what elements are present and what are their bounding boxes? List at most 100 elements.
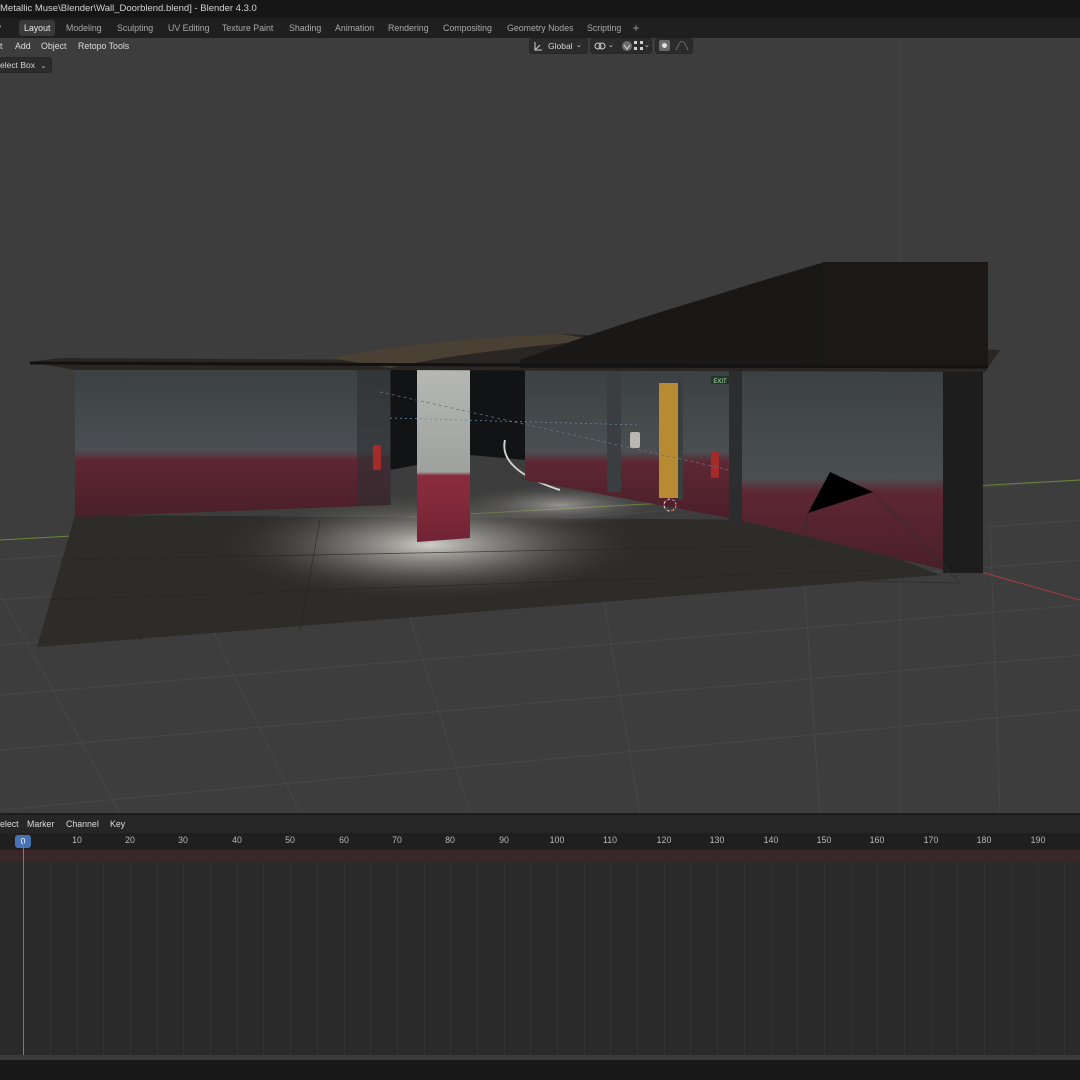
frame-gridline xyxy=(877,862,878,1055)
frame-gridline xyxy=(584,862,585,1055)
frame-gridline xyxy=(263,862,264,1055)
frame-gridline xyxy=(317,862,318,1055)
timeline-scrollbar[interactable] xyxy=(0,1055,1080,1060)
frame-gridline xyxy=(1064,862,1065,1055)
frame-gridline xyxy=(103,862,104,1055)
frame-range-strip xyxy=(0,850,1080,862)
frame-gridline xyxy=(824,862,825,1055)
chevron-down-icon: ⌄ xyxy=(644,42,650,49)
frame-gridline xyxy=(610,862,611,1055)
frame-gridline xyxy=(183,862,184,1055)
tab-geometry-nodes[interactable]: Geometry Nodes xyxy=(502,20,579,36)
chevron-down-icon: ⌄ xyxy=(40,63,47,70)
tab-rendering[interactable]: Rendering xyxy=(383,20,434,36)
magnet-icon[interactable] xyxy=(621,40,633,52)
frame-tick: 100 xyxy=(549,835,565,845)
proportional-editing[interactable] xyxy=(655,38,693,54)
transform-orientation-label: Global xyxy=(548,41,573,51)
fire-extinguisher-right xyxy=(711,452,719,478)
frame-tick: 10 xyxy=(72,835,82,845)
left-wall xyxy=(75,368,390,517)
frame-gridline xyxy=(504,862,505,1055)
menu-add[interactable]: Add xyxy=(15,38,31,54)
frame-tick: 80 xyxy=(445,835,455,845)
3d-viewport[interactable]: EXIT t Add Object Retopo Tools Global ⌄ xyxy=(0,38,1080,813)
frame-gridline xyxy=(664,862,665,1055)
frame-tick: 60 xyxy=(339,835,349,845)
chevron-down-icon: ⌄ xyxy=(608,42,614,49)
timeline-menu-channel[interactable]: Channel xyxy=(66,816,99,832)
menu-object[interactable]: Object xyxy=(41,38,66,54)
timeline-header: elect Marker Channel Key xyxy=(0,815,1080,833)
frame-gridline xyxy=(851,862,852,1055)
frame-tick: 40 xyxy=(232,835,242,845)
falloff-curve-icon[interactable] xyxy=(675,41,689,51)
snap-controls[interactable]: ⌄ xyxy=(618,38,652,54)
blender-logo-icon[interactable]: ● xyxy=(0,21,4,33)
proportional-edit-icon[interactable] xyxy=(659,40,670,51)
menu-retopo-tools[interactable]: Retopo Tools xyxy=(78,38,129,54)
select-box-label: elect Box xyxy=(0,60,35,70)
frame-gridline xyxy=(130,862,131,1055)
frame-ruler[interactable]: 0 10 20 30 40 50 60 70 80 90 100 110 120… xyxy=(0,833,1080,850)
frame-gridline xyxy=(344,862,345,1055)
frame-gridline xyxy=(237,862,238,1055)
workspace-bar: ● Layout Modeling Sculpting UV Editing T… xyxy=(0,18,1080,38)
frame-tick: 110 xyxy=(602,835,618,845)
frame-tick: 50 xyxy=(285,835,295,845)
title-bar: Metallic Muse\Blender\Wall_Doorblend.ble… xyxy=(0,0,1080,18)
frame-tick: 120 xyxy=(656,835,672,845)
pivot-point-dropdown[interactable]: ⌄ xyxy=(590,38,620,54)
frame-tick: 30 xyxy=(178,835,188,845)
window-title: Metallic Muse\Blender\Wall_Doorblend.ble… xyxy=(0,3,257,14)
add-workspace-icon[interactable]: + xyxy=(630,20,642,36)
menu-select[interactable]: t xyxy=(0,38,2,54)
frame-gridline xyxy=(984,862,985,1055)
frame-gridline xyxy=(50,862,51,1055)
timeline-menu-marker[interactable]: Marker xyxy=(27,816,54,832)
frame-gridline xyxy=(1038,862,1039,1055)
timeline-menu-key[interactable]: Key xyxy=(110,816,125,832)
status-bar xyxy=(0,1055,1080,1080)
frame-gridline xyxy=(477,862,478,1055)
frame-gridline xyxy=(530,862,531,1055)
timeline-menu-select[interactable]: elect xyxy=(0,816,19,832)
frame-tick: 90 xyxy=(499,835,509,845)
frame-gridline xyxy=(1011,862,1012,1055)
svg-text:EXIT: EXIT xyxy=(713,379,727,385)
grid-snap-icon[interactable] xyxy=(634,41,644,51)
frame-gridline xyxy=(744,862,745,1055)
tab-shading[interactable]: Shading xyxy=(284,20,326,36)
tab-animation[interactable]: Animation xyxy=(330,20,379,36)
tab-texture-paint[interactable]: Texture Paint xyxy=(217,20,278,36)
transform-orientation-icon xyxy=(534,42,542,51)
frame-gridline xyxy=(957,862,958,1055)
transform-orientation-dropdown[interactable]: Global ⌄ xyxy=(529,38,588,54)
frame-gridline xyxy=(210,862,211,1055)
frame-tick: 70 xyxy=(392,835,402,845)
frame-tick: 20 xyxy=(125,835,135,845)
frame-gridline xyxy=(157,862,158,1055)
frame-gridline xyxy=(717,862,718,1055)
timeline-area[interactable] xyxy=(0,850,1080,1055)
frame-tick: 170 xyxy=(923,835,939,845)
frame-tick: 160 xyxy=(869,835,885,845)
frame-gridline xyxy=(424,862,425,1055)
frame-gridline xyxy=(690,862,691,1055)
tab-layout[interactable]: Layout xyxy=(19,20,56,36)
playhead-line[interactable] xyxy=(23,843,24,1055)
pillar xyxy=(417,367,470,542)
tab-modeling[interactable]: Modeling xyxy=(61,20,107,36)
select-box-dropdown[interactable]: elect Box ⌄ xyxy=(0,57,53,73)
viewport-header: t Add Object Retopo Tools Global ⌄ ⌄ ⌄ xyxy=(0,38,1080,54)
tab-compositing[interactable]: Compositing xyxy=(438,20,497,36)
tab-sculpting[interactable]: Sculpting xyxy=(112,20,158,36)
scene-render[interactable]: EXIT xyxy=(0,38,1080,813)
chevron-down-icon: ⌄ xyxy=(576,42,582,49)
tab-scripting[interactable]: Scripting xyxy=(582,20,626,36)
frame-tick: 150 xyxy=(816,835,832,845)
frame-gridline xyxy=(904,862,905,1055)
tab-uv-editing[interactable]: UV Editing xyxy=(163,20,215,36)
frame-gridline xyxy=(290,862,291,1055)
frame-gridline xyxy=(931,862,932,1055)
